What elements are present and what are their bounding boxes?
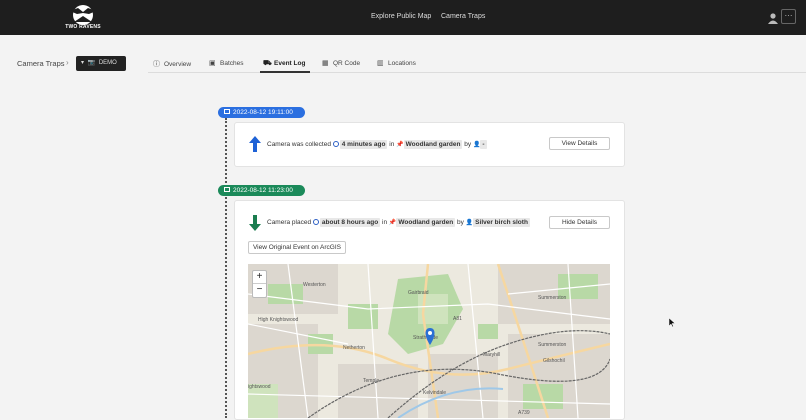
by-label: by: [464, 141, 472, 148]
zoom-in-button[interactable]: +: [253, 271, 266, 284]
map-label: Summerston: [538, 342, 567, 348]
in-label: in: [382, 219, 388, 226]
map-label: High Knightswood: [258, 317, 299, 323]
tab-label: Event Log: [274, 60, 306, 67]
event-description: Camera was collected 4 minutes ago in 📌 W…: [267, 140, 487, 149]
mouse-cursor-icon: [669, 318, 676, 328]
calendar-icon: [224, 109, 230, 114]
active-tab-indicator: [260, 71, 310, 73]
timeline-line: [225, 118, 227, 418]
view-original-arcgis-button[interactable]: View Original Event on ArcGIS: [248, 241, 346, 254]
arrow-down-icon: [249, 215, 261, 231]
map-label: Netherton: [343, 345, 365, 351]
map-label: Temple: [363, 378, 379, 384]
event-description: Camera placed about 8 hours ago in 📌 Wood…: [267, 218, 530, 227]
pin-icon: 📌: [396, 142, 404, 148]
project-selector[interactable]: ▾ 📷 DEMO: [76, 56, 126, 71]
tab-event-log[interactable]: ⛟ Event Log: [263, 59, 305, 68]
chevron-down-icon: ▾: [81, 60, 85, 66]
tab-label: Locations: [388, 60, 416, 67]
tab-label: Overview: [164, 61, 192, 68]
person-name: -: [480, 140, 487, 149]
tab-overview[interactable]: ⓘ Overview: [153, 59, 191, 69]
timestamp-text: 2022-08-12 11:23:00: [233, 187, 293, 194]
map-label: ightswood: [248, 384, 271, 390]
map-label: Summerston: [538, 295, 567, 301]
location-name: Woodland garden: [396, 218, 456, 227]
project-name: DEMO: [98, 60, 117, 66]
map-label: Maryhill: [483, 352, 500, 358]
timestamp-text: 2022-08-12 19:11:00: [233, 109, 293, 116]
truck-icon: ⛟: [263, 60, 272, 67]
event-timestamp-badge: 2022-08-12 19:11:00: [218, 107, 305, 118]
tab-batches[interactable]: ▣ Batches: [209, 59, 244, 67]
map-zoom-control: + −: [252, 270, 267, 298]
map-label: A81: [453, 316, 462, 322]
view-details-button[interactable]: View Details: [549, 137, 610, 150]
clock-icon: [312, 219, 319, 225]
person-name: Silver birch sloth: [473, 218, 530, 227]
nav-explore-public-map[interactable]: Explore Public Map: [371, 13, 431, 20]
map-icon: ▥: [377, 60, 384, 67]
map-label: A739: [518, 410, 530, 416]
calendar-icon: [224, 187, 230, 192]
map-label: Kelvindale: [423, 390, 446, 396]
user-icon[interactable]: [768, 11, 778, 29]
two-ravens-logo[interactable]: TWO RAVENS: [62, 2, 104, 33]
logo-text: TWO RAVENS: [65, 24, 101, 30]
event-action: Camera placed: [267, 219, 312, 226]
nav-camera-traps[interactable]: Camera Traps: [441, 13, 485, 20]
location-name: Woodland garden: [403, 140, 463, 149]
map-label: Westerton: [303, 282, 326, 288]
map-label: Strathclyde: [413, 335, 438, 341]
clock-icon: [332, 141, 339, 147]
map-tiles: Westerton High Knightswood Netherton Sum…: [248, 264, 610, 418]
time-ago: about 8 hours ago: [319, 218, 381, 227]
event-timestamp-badge: 2022-08-12 11:23:00: [218, 185, 305, 196]
by-label: by: [457, 219, 464, 226]
zoom-out-button[interactable]: −: [253, 284, 266, 297]
info-icon: ⓘ: [153, 61, 160, 68]
tab-qr-code[interactable]: ▦ QR Code: [322, 59, 360, 67]
breadcrumb-separator: ›: [66, 58, 69, 67]
tab-label: Batches: [220, 60, 244, 67]
tab-locations[interactable]: ▥ Locations: [377, 59, 416, 67]
arrow-up-icon: [249, 136, 261, 152]
in-label: in: [389, 141, 395, 148]
map-label: Gilshochil: [543, 358, 565, 364]
top-navbar: TWO RAVENS Explore Public Map Camera Tra…: [0, 0, 806, 35]
user-menu-button[interactable]: ···: [781, 9, 796, 24]
camera-icon: 📷: [87, 60, 96, 66]
time-ago: 4 minutes ago: [339, 140, 388, 149]
breadcrumb-camera-traps[interactable]: Camera Traps: [17, 59, 65, 68]
images-icon: ▣: [209, 60, 216, 67]
map-label: Gairbraid: [408, 290, 429, 296]
event-location-map[interactable]: Westerton High Knightswood Netherton Sum…: [248, 264, 610, 418]
qrcode-icon: ▦: [322, 60, 329, 67]
tabs-divider: [148, 72, 806, 73]
hide-details-button[interactable]: Hide Details: [549, 216, 610, 229]
event-action: Camera was collected: [267, 141, 331, 148]
tab-label: QR Code: [333, 60, 361, 67]
